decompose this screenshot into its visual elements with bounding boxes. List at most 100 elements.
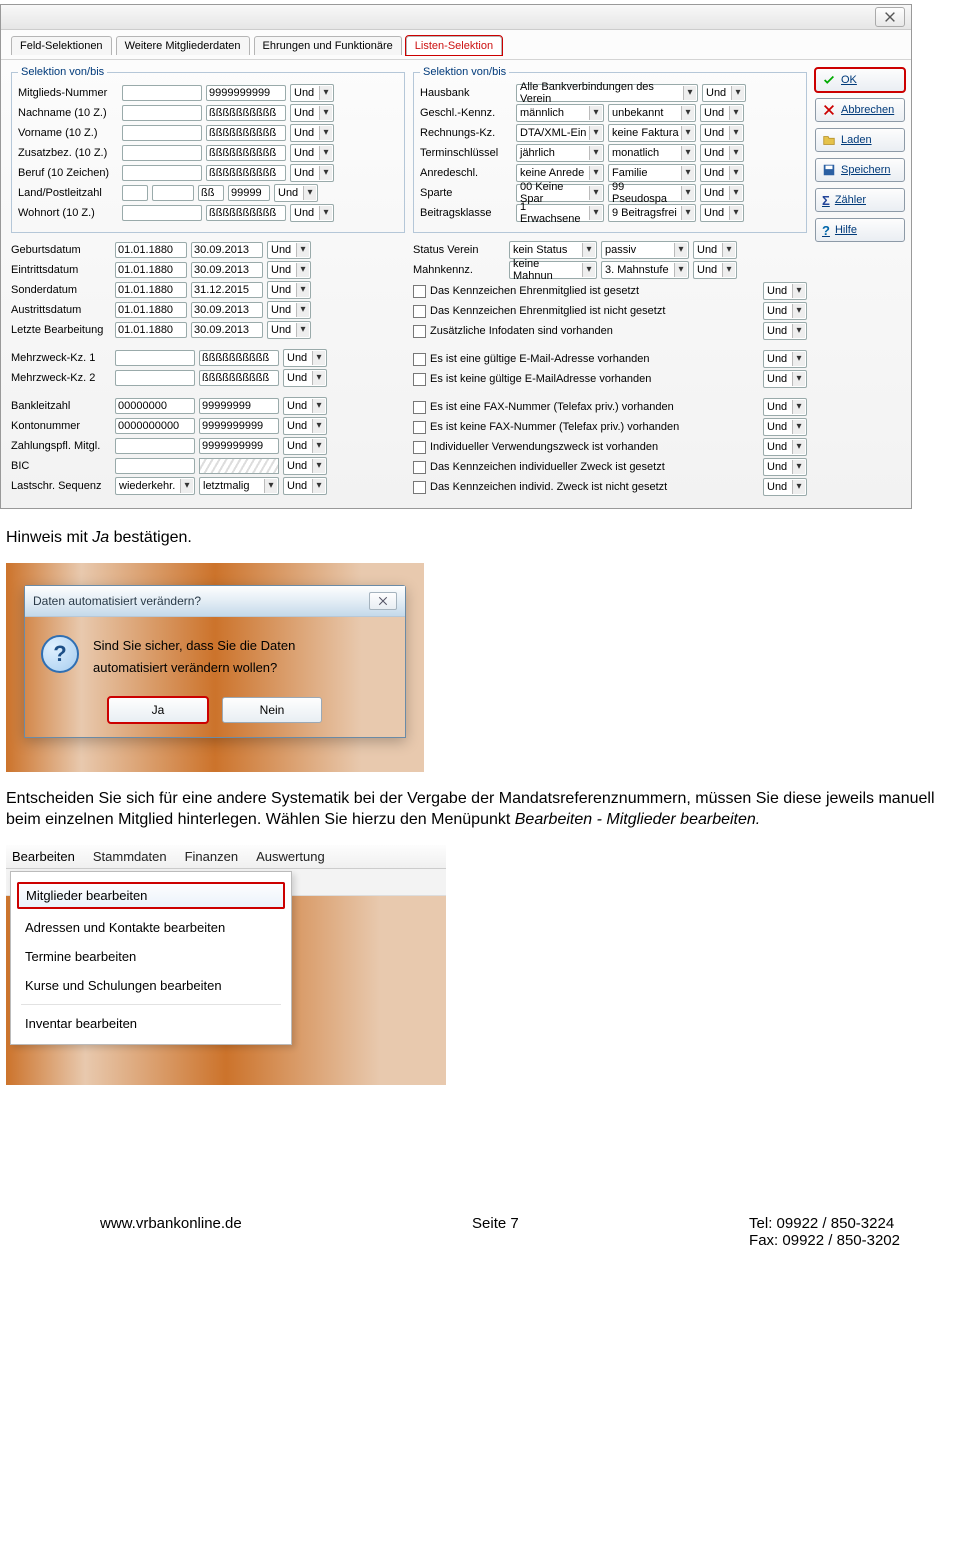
operator-dropdown[interactable]: Und bbox=[763, 478, 807, 496]
menu-item-termine[interactable]: Termine bearbeiten bbox=[11, 942, 291, 971]
no-button[interactable]: Nein bbox=[222, 697, 322, 723]
text-input[interactable] bbox=[115, 322, 187, 338]
dropdown[interactable]: jährlich bbox=[516, 144, 604, 162]
operator-dropdown[interactable]: Und bbox=[290, 104, 334, 122]
text-input[interactable] bbox=[122, 165, 202, 181]
text-input[interactable] bbox=[206, 105, 286, 121]
text-input[interactable] bbox=[152, 185, 194, 201]
dropdown[interactable]: 3. Mahnstufe bbox=[601, 261, 689, 279]
operator-dropdown[interactable]: Und bbox=[763, 438, 807, 456]
text-input[interactable] bbox=[115, 242, 187, 258]
text-input[interactable] bbox=[206, 205, 286, 221]
text-input[interactable] bbox=[122, 105, 202, 121]
menu-finanzen[interactable]: Finanzen bbox=[185, 849, 238, 864]
text-input[interactable] bbox=[198, 185, 224, 201]
operator-dropdown[interactable]: Und bbox=[700, 124, 744, 142]
tab-weitere[interactable]: Weitere Mitgliederdaten bbox=[116, 36, 250, 55]
checkbox[interactable] bbox=[413, 305, 426, 318]
operator-dropdown[interactable]: Und bbox=[763, 418, 807, 436]
operator-dropdown[interactable]: Und bbox=[283, 369, 327, 387]
dropdown[interactable]: DTA/XML-Ein bbox=[516, 124, 604, 142]
operator-dropdown[interactable]: Und bbox=[290, 164, 334, 182]
dropdown[interactable]: monatlich bbox=[608, 144, 696, 162]
operator-dropdown[interactable]: Und bbox=[700, 104, 744, 122]
dropdown[interactable]: keine Anrede bbox=[516, 164, 604, 182]
operator-dropdown[interactable]: Und bbox=[283, 349, 327, 367]
text-input[interactable] bbox=[199, 370, 279, 386]
menu-auswertung[interactable]: Auswertung bbox=[256, 849, 325, 864]
operator-dropdown[interactable]: Und bbox=[763, 398, 807, 416]
text-input[interactable] bbox=[206, 85, 286, 101]
menu-item-kurse[interactable]: Kurse und Schulungen bearbeiten bbox=[11, 971, 291, 1000]
text-input[interactable] bbox=[115, 282, 187, 298]
menu-item-adressen[interactable]: Adressen und Kontakte bearbeiten bbox=[11, 913, 291, 942]
text-input[interactable] bbox=[191, 262, 263, 278]
operator-dropdown[interactable]: Und bbox=[267, 241, 311, 259]
checkbox[interactable] bbox=[413, 421, 426, 434]
count-button[interactable]: ΣZähler bbox=[815, 188, 905, 212]
text-input[interactable] bbox=[115, 438, 195, 454]
dropdown[interactable]: kein Status bbox=[509, 241, 597, 259]
close-icon[interactable] bbox=[875, 7, 905, 27]
text-input[interactable] bbox=[191, 242, 263, 258]
operator-dropdown[interactable]: Und bbox=[700, 164, 744, 182]
dropdown[interactable]: 00 Keine Spar bbox=[516, 184, 604, 202]
tab-feld[interactable]: Feld-Selektionen bbox=[11, 36, 112, 55]
text-input[interactable] bbox=[199, 350, 279, 366]
menu-bearbeiten[interactable]: Bearbeiten bbox=[12, 849, 75, 864]
text-input[interactable] bbox=[199, 398, 279, 414]
operator-dropdown[interactable]: Und bbox=[693, 261, 737, 279]
operator-dropdown[interactable]: Und bbox=[283, 417, 327, 435]
operator-dropdown[interactable]: Und bbox=[290, 204, 334, 222]
dropdown[interactable]: Alle Bankverbindungen des Verein bbox=[516, 84, 698, 102]
dropdown[interactable]: wiederkehr. bbox=[115, 477, 195, 495]
operator-dropdown[interactable]: Und bbox=[693, 241, 737, 259]
text-input[interactable] bbox=[191, 322, 263, 338]
operator-dropdown[interactable]: Und bbox=[267, 281, 311, 299]
operator-dropdown[interactable]: Und bbox=[290, 84, 334, 102]
dropdown[interactable]: letztmalig bbox=[199, 477, 279, 495]
dropdown[interactable]: passiv bbox=[601, 241, 689, 259]
operator-dropdown[interactable]: Und bbox=[763, 322, 807, 340]
menu-item-mitglieder[interactable]: Mitglieder bearbeiten bbox=[17, 882, 285, 909]
checkbox[interactable] bbox=[413, 353, 426, 366]
text-input[interactable] bbox=[115, 370, 195, 386]
operator-dropdown[interactable]: Und bbox=[763, 282, 807, 300]
cancel-button[interactable]: Abbrechen bbox=[815, 98, 905, 122]
checkbox[interactable] bbox=[413, 373, 426, 386]
operator-dropdown[interactable]: Und bbox=[702, 84, 746, 102]
checkbox[interactable] bbox=[413, 441, 426, 454]
operator-dropdown[interactable]: Und bbox=[283, 477, 327, 495]
text-input[interactable] bbox=[115, 458, 195, 474]
operator-dropdown[interactable]: Und bbox=[290, 124, 334, 142]
operator-dropdown[interactable]: Und bbox=[283, 437, 327, 455]
operator-dropdown[interactable]: Und bbox=[274, 184, 318, 202]
text-input[interactable] bbox=[122, 125, 202, 141]
text-input[interactable] bbox=[115, 418, 195, 434]
text-input[interactable] bbox=[122, 85, 202, 101]
text-input[interactable] bbox=[122, 145, 202, 161]
dropdown[interactable]: keine Faktura bbox=[608, 124, 696, 142]
load-button[interactable]: Laden bbox=[815, 128, 905, 152]
dropdown[interactable]: 9 Beitragsfrei bbox=[608, 204, 696, 222]
text-input[interactable] bbox=[115, 302, 187, 318]
save-button[interactable]: Speichern bbox=[815, 158, 905, 182]
tab-listen[interactable]: Listen-Selektion bbox=[406, 36, 502, 55]
checkbox[interactable] bbox=[413, 325, 426, 338]
dropdown[interactable]: männlich bbox=[516, 104, 604, 122]
dropdown[interactable]: keine Mahnun bbox=[509, 261, 597, 279]
text-input[interactable] bbox=[228, 185, 270, 201]
operator-dropdown[interactable]: Und bbox=[283, 457, 327, 475]
text-input[interactable] bbox=[206, 165, 286, 181]
operator-dropdown[interactable]: Und bbox=[267, 261, 311, 279]
text-input[interactable] bbox=[191, 282, 263, 298]
operator-dropdown[interactable]: Und bbox=[763, 370, 807, 388]
operator-dropdown[interactable]: Und bbox=[267, 301, 311, 319]
text-input[interactable] bbox=[122, 205, 202, 221]
text-input[interactable] bbox=[206, 125, 286, 141]
operator-dropdown[interactable]: Und bbox=[700, 204, 744, 222]
tab-ehrungen[interactable]: Ehrungen und Funktionäre bbox=[254, 36, 402, 55]
text-input[interactable] bbox=[122, 185, 148, 201]
text-input[interactable] bbox=[206, 145, 286, 161]
checkbox[interactable] bbox=[413, 481, 426, 494]
